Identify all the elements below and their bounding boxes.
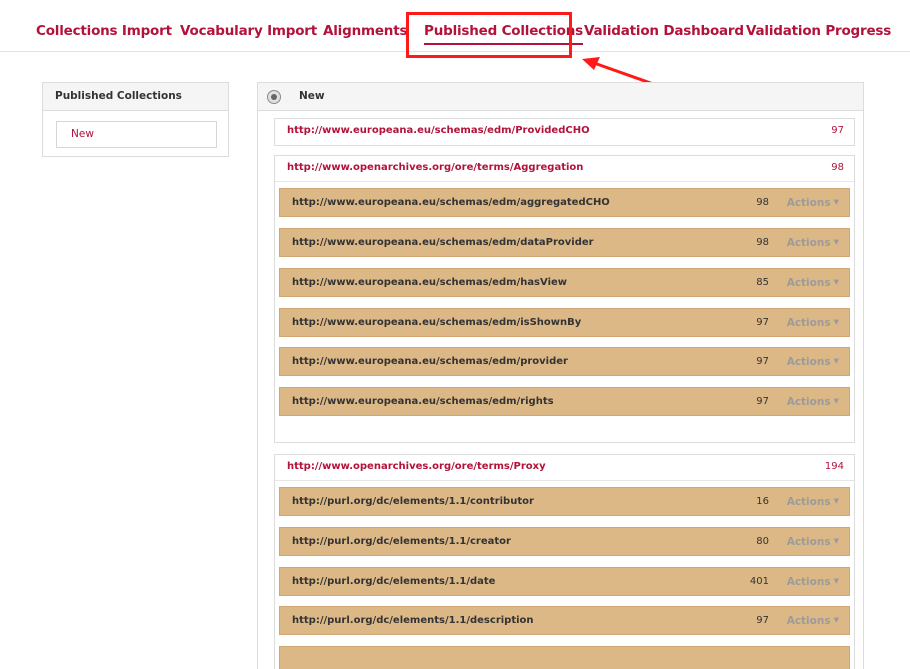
property-row: http://purl.org/dc/elements/1.1/date 401… <box>279 567 850 596</box>
radio-icon[interactable] <box>267 90 281 104</box>
property-uri: http://purl.org/dc/elements/1.1/contribu… <box>292 496 534 507</box>
caret-down-icon: ▼ <box>833 616 839 624</box>
collection-header: New <box>258 83 863 111</box>
property-count: 97 <box>756 396 769 407</box>
property-row: http://www.europeana.eu/schemas/edm/hasV… <box>279 268 850 297</box>
actions-dropdown[interactable]: Actions ▼ <box>787 396 839 408</box>
property-row: http://purl.org/dc/elements/1.1/creator … <box>279 527 850 556</box>
caret-down-icon: ▼ <box>833 397 839 405</box>
highlight-box <box>406 12 572 58</box>
collection-title: New <box>299 90 325 102</box>
property-row-partial <box>279 646 850 669</box>
caret-down-icon: ▼ <box>833 537 839 545</box>
property-row: http://www.europeana.eu/schemas/edm/aggr… <box>279 188 850 217</box>
property-count: 98 <box>756 197 769 208</box>
property-count: 401 <box>749 576 769 587</box>
caret-down-icon: ▼ <box>833 357 839 365</box>
property-uri: http://purl.org/dc/elements/1.1/creator <box>292 536 511 547</box>
actions-dropdown[interactable]: Actions ▼ <box>787 615 839 627</box>
property-count: 97 <box>756 317 769 328</box>
class-uri: http://www.openarchives.org/ore/terms/Pr… <box>287 461 546 472</box>
published-collections-panel: Published Collections New <box>42 82 229 157</box>
class-uri: http://www.europeana.eu/schemas/edm/Prov… <box>287 125 590 136</box>
property-count: 85 <box>756 277 769 288</box>
property-count: 98 <box>756 237 769 248</box>
class-count: 194 <box>824 461 844 472</box>
property-uri: http://www.europeana.eu/schemas/edm/aggr… <box>292 197 610 208</box>
actions-dropdown[interactable]: Actions ▼ <box>787 277 839 289</box>
actions-dropdown[interactable]: Actions ▼ <box>787 197 839 209</box>
tab-alignments[interactable]: Alignments <box>323 23 408 39</box>
property-row: http://www.europeana.eu/schemas/edm/isSh… <box>279 308 850 337</box>
tab-validation-progress[interactable]: Validation Progress <box>746 23 891 39</box>
property-count: 97 <box>756 615 769 626</box>
property-row: http://purl.org/dc/elements/1.1/contribu… <box>279 487 850 516</box>
property-uri: http://www.europeana.eu/schemas/edm/isSh… <box>292 317 582 328</box>
property-uri: http://www.europeana.eu/schemas/edm/prov… <box>292 356 568 367</box>
property-row: http://www.europeana.eu/schemas/edm/data… <box>279 228 850 257</box>
caret-down-icon: ▼ <box>833 278 839 286</box>
property-uri: http://www.europeana.eu/schemas/edm/righ… <box>292 396 554 407</box>
caret-down-icon: ▼ <box>833 198 839 206</box>
property-row: http://www.europeana.eu/schemas/edm/righ… <box>279 387 850 416</box>
property-uri: http://purl.org/dc/elements/1.1/descript… <box>292 615 534 626</box>
property-uri: http://www.europeana.eu/schemas/edm/hasV… <box>292 277 568 288</box>
actions-dropdown[interactable]: Actions ▼ <box>787 536 839 548</box>
caret-down-icon: ▼ <box>833 577 839 585</box>
class-count: 98 <box>831 162 844 173</box>
caret-down-icon: ▼ <box>833 238 839 246</box>
tab-collections-import[interactable]: Collections Import <box>36 23 172 39</box>
property-uri: http://purl.org/dc/elements/1.1/date <box>292 576 496 587</box>
class-count: 97 <box>831 125 844 136</box>
property-row: http://purl.org/dc/elements/1.1/descript… <box>279 606 850 635</box>
actions-dropdown[interactable]: Actions ▼ <box>787 237 839 249</box>
class-uri: http://www.openarchives.org/ore/terms/Ag… <box>287 162 584 173</box>
property-count: 80 <box>756 536 769 547</box>
collection-item-new[interactable]: New <box>56 121 217 148</box>
actions-dropdown[interactable]: Actions ▼ <box>787 576 839 588</box>
tab-validation-dashboard[interactable]: Validation Dashboard <box>584 23 744 39</box>
property-row: http://www.europeana.eu/schemas/edm/prov… <box>279 347 850 376</box>
caret-down-icon: ▼ <box>833 318 839 326</box>
actions-dropdown[interactable]: Actions ▼ <box>787 317 839 329</box>
panel-title: Published Collections <box>43 83 228 111</box>
class-group-providedcho[interactable]: http://www.europeana.eu/schemas/edm/Prov… <box>274 118 855 146</box>
tab-vocabulary-import[interactable]: Vocabulary Import <box>180 23 317 39</box>
actions-dropdown[interactable]: Actions ▼ <box>787 356 839 368</box>
actions-dropdown[interactable]: Actions ▼ <box>787 496 839 508</box>
property-count: 97 <box>756 356 769 367</box>
property-uri: http://www.europeana.eu/schemas/edm/data… <box>292 237 594 248</box>
caret-down-icon: ▼ <box>833 497 839 505</box>
property-count: 16 <box>756 496 769 507</box>
